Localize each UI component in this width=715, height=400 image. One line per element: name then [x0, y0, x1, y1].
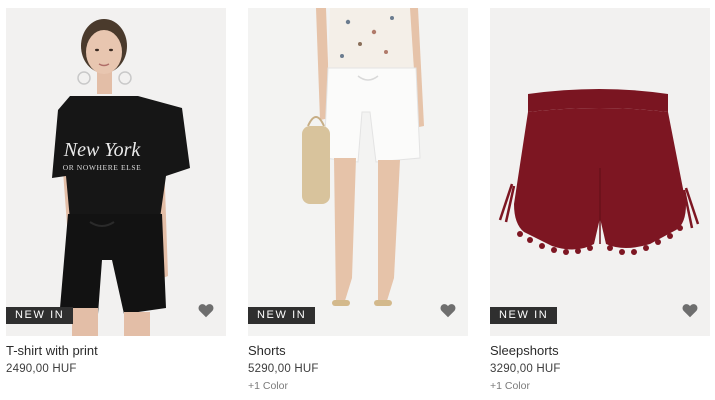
product-name[interactable]: Sleepshorts [490, 343, 710, 359]
product-card[interactable]: NEW IN Shorts 5290,00 HUF +1 Color [248, 8, 468, 392]
color-count[interactable]: +1 Color [248, 380, 468, 392]
product-image[interactable]: NEW IN [490, 8, 710, 336]
heart-icon[interactable] [198, 303, 214, 318]
color-count[interactable]: +1 Color [490, 380, 710, 392]
tee-print-line1: New York [63, 139, 142, 161]
product-price: 5290,00 HUF [248, 363, 319, 375]
product-grid: New York OR NOWHERE ELSE NEW IN T-shirt … [0, 0, 715, 400]
product-image[interactable]: NEW IN [248, 8, 468, 336]
product-photo-tshirt: New York OR NOWHERE ELSE [6, 8, 226, 336]
heart-icon[interactable] [682, 303, 698, 318]
product-name[interactable]: T-shirt with print [6, 343, 226, 359]
product-card[interactable]: New York OR NOWHERE ELSE NEW IN T-shirt … [6, 8, 226, 376]
tee-print-line2: OR NOWHERE ELSE [63, 163, 142, 172]
product-name[interactable]: Shorts [248, 343, 468, 359]
product-price: 3290,00 HUF [490, 363, 561, 375]
product-price: 2490,00 HUF [6, 363, 77, 375]
product-image[interactable]: New York OR NOWHERE ELSE NEW IN [6, 8, 226, 336]
new-in-badge: NEW IN [248, 307, 316, 324]
heart-icon[interactable] [440, 303, 456, 318]
product-card[interactable]: NEW IN Sleepshorts 3290,00 HUF +1 Color [490, 8, 710, 392]
new-in-badge: NEW IN [490, 307, 558, 324]
product-photo-sleepshorts [490, 8, 710, 336]
new-in-badge: NEW IN [6, 307, 74, 324]
product-photo-shorts [248, 8, 468, 336]
